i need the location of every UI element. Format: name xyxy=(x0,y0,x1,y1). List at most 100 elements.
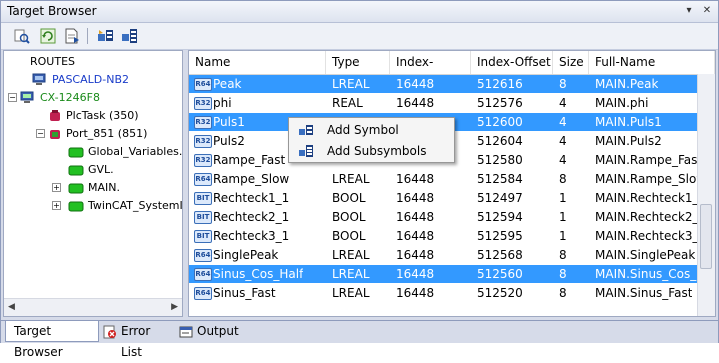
horizontal-scrollbar[interactable]: ◀ ▶ xyxy=(4,298,182,316)
tab-target-browser[interactable]: Target Browser xyxy=(5,321,99,359)
cell-group: 16448 xyxy=(396,229,435,243)
add-symbol-icon[interactable] xyxy=(97,27,115,45)
window-title: Target Browser xyxy=(7,4,97,18)
port-icon xyxy=(50,130,60,139)
cell-full: MAIN.Rampe_Slow xyxy=(595,172,707,186)
output-icon xyxy=(179,326,193,338)
collapse-toggle[interactable]: − xyxy=(8,93,17,102)
menu-item-add-symbol[interactable]: Add Symbol xyxy=(291,120,453,140)
table-row[interactable]: BIT Rechteck3_1 BOOL 16448 512595 1 MAIN.Recht… xyxy=(189,227,706,245)
find-icon[interactable] xyxy=(13,27,31,45)
cell-name: Puls2 xyxy=(213,134,245,148)
table-row[interactable]: BIT Rechteck1_1 BOOL 16448 512497 1 MAIN.Recht… xyxy=(189,189,706,207)
folder-green-icon xyxy=(68,147,84,158)
cell-full: MAIN.Rechteck3_1 xyxy=(595,229,707,243)
menu-item-add-subsymbols[interactable]: Add Subsymbols xyxy=(291,141,453,161)
cell-group: 16448 xyxy=(396,286,435,300)
type-badge-icon: BIT xyxy=(194,230,212,243)
error-list-icon xyxy=(103,325,116,339)
cell-offset: 512568 xyxy=(477,248,523,262)
tree-item-label: TwinCAT_SystemI xyxy=(88,199,183,212)
cell-name: Puls1 xyxy=(213,115,245,129)
cell-full: MAIN.Peak xyxy=(595,77,659,91)
cell-offset: 512576 xyxy=(477,96,523,110)
cell-name: Rechteck2_1 xyxy=(213,210,290,224)
cell-name: Sinus_Cos_Half xyxy=(213,267,304,281)
cell-name: Rechteck1_1 xyxy=(213,191,290,205)
cell-full: MAIN.Rampe_Fast xyxy=(595,153,703,167)
type-badge-icon: R32 xyxy=(194,97,212,110)
column-header-size[interactable]: Size xyxy=(553,51,589,74)
scrollbar-thumb[interactable] xyxy=(700,204,712,269)
cell-name: Rampe_Slow xyxy=(213,172,290,186)
folder-green-icon xyxy=(68,201,84,212)
table-row[interactable]: R64 SinglePeak LREAL 16448 512568 8 MAIN.Singl… xyxy=(189,246,699,264)
tree-pane: ROUTES PASCALD-NB2 − CX-1246F8 PlcTask (… xyxy=(3,50,183,317)
table-row[interactable]: BIT Rechteck2_1 BOOL 16448 512594 1 MAIN.Recht… xyxy=(189,208,706,226)
cell-full: MAIN.Puls2 xyxy=(595,134,662,148)
vertical-scrollbar[interactable] xyxy=(697,74,715,316)
cell-offset: 512560 xyxy=(477,267,523,281)
tree-item-label: GVL. xyxy=(88,163,114,176)
tab-output[interactable]: Output xyxy=(177,321,241,342)
cell-size: 8 xyxy=(559,77,567,91)
collapse-toggle[interactable]: − xyxy=(36,129,45,138)
type-badge-icon: R64 xyxy=(194,268,212,281)
folder-green-icon xyxy=(68,183,84,194)
table-row[interactable]: R64 Rampe_Slow LREAL 16448 512584 8 MAIN.Rampe… xyxy=(189,170,706,188)
type-badge-icon: R32 xyxy=(194,116,212,129)
cell-group: 16448 xyxy=(396,210,435,224)
add-subsymbols-icon[interactable] xyxy=(121,27,139,45)
type-badge-icon: R64 xyxy=(194,78,212,91)
cell-offset: 512595 xyxy=(477,229,523,243)
tree-item-label: Global_Variables. xyxy=(88,145,183,158)
close-icon[interactable]: ✕ xyxy=(701,5,713,17)
cell-offset: 512584 xyxy=(477,172,523,186)
cell-type: LREAL xyxy=(332,77,370,91)
computer-icon xyxy=(32,73,46,85)
column-header-full-name[interactable]: Full-Name xyxy=(589,51,715,74)
cell-type: LREAL xyxy=(332,172,370,186)
expand-toggle[interactable]: + xyxy=(52,183,61,192)
cell-offset: 512616 xyxy=(477,77,523,91)
cell-size: 8 xyxy=(559,248,567,262)
type-badge-icon: R32 xyxy=(194,154,212,167)
cell-type: REAL xyxy=(332,96,363,110)
document-icon[interactable] xyxy=(63,27,81,45)
expand-toggle[interactable]: + xyxy=(52,201,61,210)
table-row[interactable]: R64 Sinus_Cos_Half LREAL 16448 512560 8 MAIN.S… xyxy=(189,265,705,283)
cell-name: SinglePeak xyxy=(213,248,279,262)
scroll-right-icon[interactable]: ▶ xyxy=(171,302,178,312)
type-badge-icon: BIT xyxy=(194,192,212,205)
table-row[interactable]: R64 Sinus_Fast LREAL 16448 512520 8 MAIN.Sinus… xyxy=(189,284,699,302)
dropdown-arrow-icon[interactable]: ▾ xyxy=(683,5,695,17)
column-header-name[interactable]: Name xyxy=(189,51,326,74)
refresh-icon[interactable] xyxy=(39,27,57,45)
tab-error-list[interactable]: Error List xyxy=(101,321,175,359)
column-header-type[interactable]: Type xyxy=(326,51,390,74)
target-browser-window: Target Browser ▾ ✕ ROUTES PASCALD-NB2 − … xyxy=(0,0,719,359)
cell-offset: 512604 xyxy=(477,134,523,148)
add-symbol-icon xyxy=(299,125,313,135)
menu-item-label: Add Subsymbols xyxy=(327,144,427,158)
task-icon xyxy=(50,110,60,121)
cell-size: 4 xyxy=(559,115,567,129)
toolbar-separator xyxy=(87,28,88,44)
column-header-index-group[interactable]: Index-Group xyxy=(390,51,471,92)
cell-size: 8 xyxy=(559,267,567,281)
cell-size: 8 xyxy=(559,286,567,300)
cell-group: 16448 xyxy=(396,77,435,91)
menu-item-label: Add Symbol xyxy=(327,123,399,137)
cell-type: BOOL xyxy=(332,191,366,205)
cell-offset: 512520 xyxy=(477,286,523,300)
type-badge-icon: R64 xyxy=(194,287,212,300)
column-header-index-offset[interactable]: Index-Offset xyxy=(471,51,553,74)
tree-item-label: PlcTask (350) xyxy=(66,109,139,122)
tab-label: Output xyxy=(197,324,239,338)
table-row[interactable]: R64 Peak LREAL 16448 512616 8 MAIN.Peak xyxy=(189,75,699,93)
table-row[interactable]: R32 phi REAL 16448 512576 4 MAIN.phi xyxy=(189,94,699,112)
scroll-left-icon[interactable]: ◀ xyxy=(8,302,15,312)
type-badge-icon: R64 xyxy=(194,173,212,186)
cell-full: MAIN.SinglePeak xyxy=(595,248,696,262)
tree-item-label: MAIN. xyxy=(88,181,120,194)
